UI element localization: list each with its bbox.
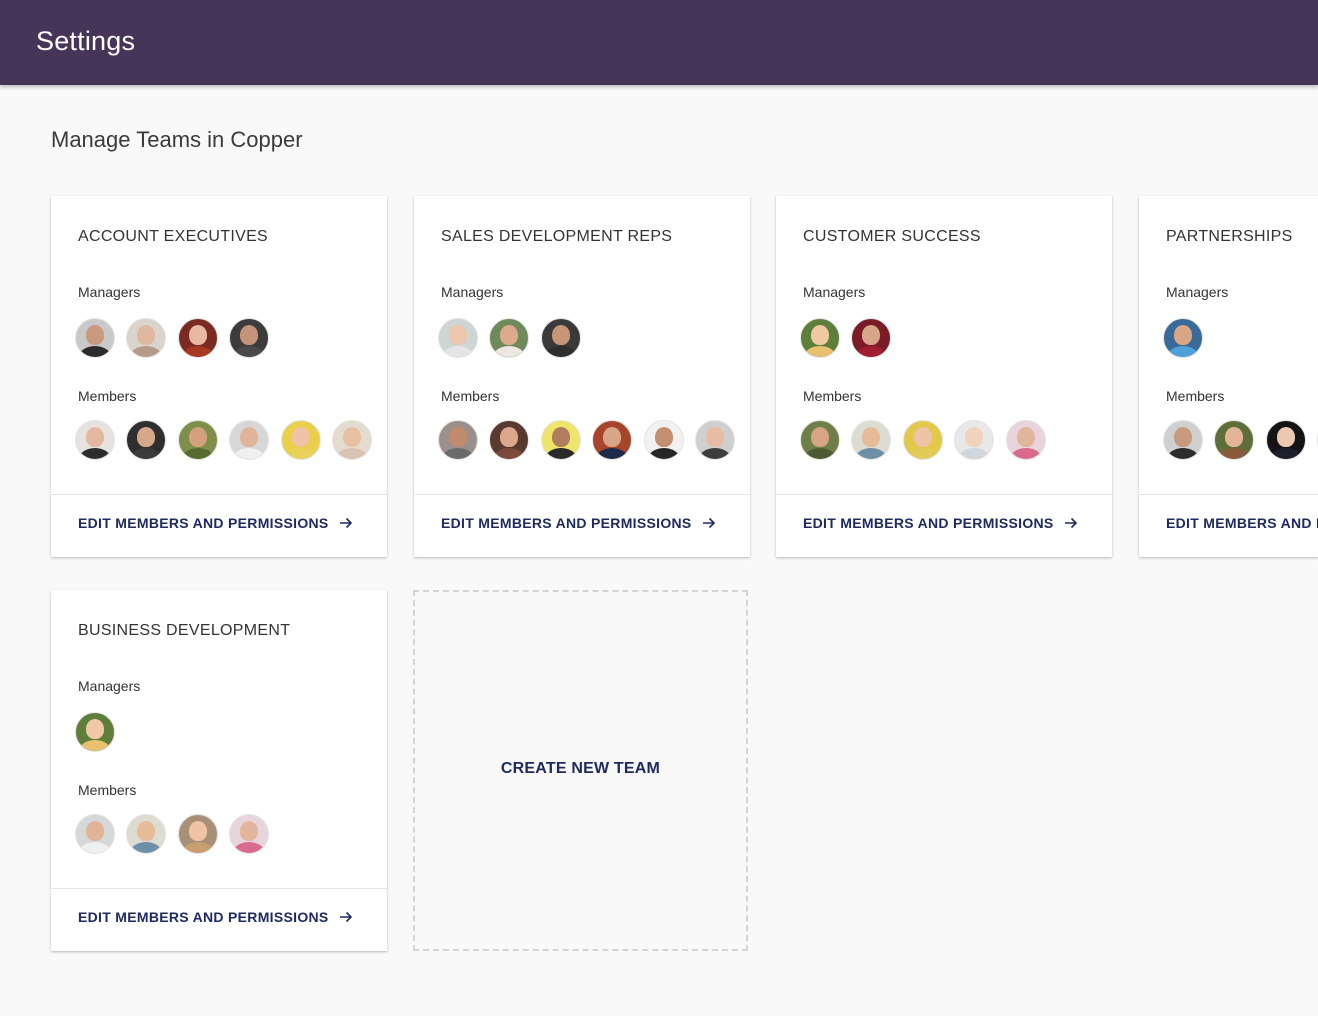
team-name: CUSTOMER SUCCESS [803, 228, 981, 245]
avatar[interactable] [177, 420, 218, 460]
team-card-partnerships: PARTNERSHIPS Managers Members EDIT MEMBE… [1139, 196, 1318, 557]
avatar[interactable] [75, 712, 115, 752]
managers-label: Managers [441, 284, 504, 300]
avatar[interactable] [954, 420, 995, 460]
header-title: Settings [36, 26, 136, 56]
avatar[interactable] [438, 420, 478, 460]
avatar[interactable] [75, 420, 115, 460]
avatar[interactable] [1214, 420, 1255, 460]
members-avatars [75, 420, 379, 462]
managers-avatars [800, 318, 898, 360]
card-divider [51, 494, 387, 495]
arrow-right-icon [1064, 517, 1077, 529]
edit-members-button[interactable]: EDIT MEMBERS AND PERMISSIONS [441, 515, 716, 531]
edit-members-label: EDIT MEMBERS AND PERMISSIONS [1166, 515, 1318, 531]
members-label: Members [78, 388, 137, 404]
edit-members-button[interactable]: EDIT MEMBERS AND PERMISSIONS [803, 515, 1078, 531]
team-card-account-executives: ACCOUNT EXECUTIVES Managers Members EDIT… [51, 196, 387, 557]
managers-avatars [75, 712, 122, 754]
card-divider [776, 494, 1112, 495]
edit-members-label: EDIT MEMBERS AND PERMISSIONS [441, 515, 692, 531]
app-header: Settings [0, 0, 1318, 85]
team-card-business-development: BUSINESS DEVELOPMENT Managers Members ED… [51, 590, 387, 951]
card-divider [51, 888, 387, 889]
team-name: BUSINESS DEVELOPMENT [78, 622, 291, 639]
avatar[interactable] [438, 318, 478, 358]
edit-members-button[interactable]: EDIT MEMBERS AND PERMISSIONS [78, 515, 353, 531]
team-name: ACCOUNT EXECUTIVES [78, 228, 269, 245]
managers-avatars [75, 318, 276, 360]
avatar[interactable] [75, 318, 115, 358]
avatar[interactable] [75, 814, 115, 854]
managers-label: Managers [78, 678, 141, 694]
create-new-team-label: CREATE NEW TEAM [500, 760, 661, 777]
avatar[interactable] [126, 318, 167, 358]
avatar[interactable] [126, 420, 167, 460]
managers-avatars [438, 318, 588, 360]
avatar[interactable] [489, 318, 530, 358]
members-label: Members [1166, 388, 1225, 404]
managers-avatars [1163, 318, 1210, 360]
members-avatars [1163, 420, 1318, 462]
avatar[interactable] [229, 318, 270, 358]
avatar[interactable] [280, 420, 321, 460]
avatar[interactable] [332, 420, 373, 460]
avatar[interactable] [643, 420, 684, 460]
avatar[interactable] [540, 318, 581, 358]
edit-members-label: EDIT MEMBERS AND PERMISSIONS [78, 909, 329, 925]
arrow-right-icon [339, 517, 352, 529]
managers-label: Managers [78, 284, 141, 300]
avatar[interactable] [540, 420, 581, 460]
avatar[interactable] [177, 814, 218, 854]
avatar[interactable] [902, 420, 943, 460]
members-label: Members [78, 782, 137, 798]
edit-members-button[interactable]: EDIT MEMBERS AND PERMISSIONS [1166, 515, 1318, 531]
members-label: Members [441, 388, 500, 404]
edit-members-button[interactable]: EDIT MEMBERS AND PERMISSIONS [78, 909, 353, 925]
edit-members-label: EDIT MEMBERS AND PERMISSIONS [803, 515, 1054, 531]
card-divider [1139, 494, 1318, 495]
avatar[interactable] [800, 318, 840, 358]
arrow-right-icon [339, 911, 352, 923]
team-name: SALES DEVELOPMENT REPS [441, 228, 673, 245]
avatar[interactable] [229, 814, 270, 854]
avatar[interactable] [800, 420, 840, 460]
avatar[interactable] [695, 420, 736, 460]
members-label: Members [803, 388, 862, 404]
avatar[interactable] [1163, 318, 1203, 358]
members-avatars [438, 420, 742, 462]
avatar[interactable] [1163, 420, 1203, 460]
avatar[interactable] [229, 420, 270, 460]
arrow-right-icon [702, 517, 715, 529]
avatar[interactable] [1265, 420, 1306, 460]
members-avatars [75, 814, 276, 856]
card-divider [414, 494, 750, 495]
team-name: PARTNERSHIPS [1166, 228, 1293, 245]
avatar[interactable] [489, 420, 530, 460]
avatar[interactable] [1005, 420, 1046, 460]
members-avatars [800, 420, 1053, 462]
managers-label: Managers [803, 284, 866, 300]
page-title: Manage Teams in Copper [51, 127, 303, 152]
avatar[interactable] [851, 420, 892, 460]
avatar[interactable] [592, 420, 633, 460]
team-card-sales-development-reps: SALES DEVELOPMENT REPS Managers Members … [414, 196, 750, 557]
avatar[interactable] [177, 318, 218, 358]
avatar[interactable] [126, 814, 167, 854]
managers-label: Managers [1166, 284, 1229, 300]
avatar[interactable] [851, 318, 892, 358]
create-new-team-button[interactable]: CREATE NEW TEAM [413, 590, 748, 951]
edit-members-label: EDIT MEMBERS AND PERMISSIONS [78, 515, 329, 531]
team-card-customer-success: CUSTOMER SUCCESS Managers Members EDIT M… [776, 196, 1112, 557]
